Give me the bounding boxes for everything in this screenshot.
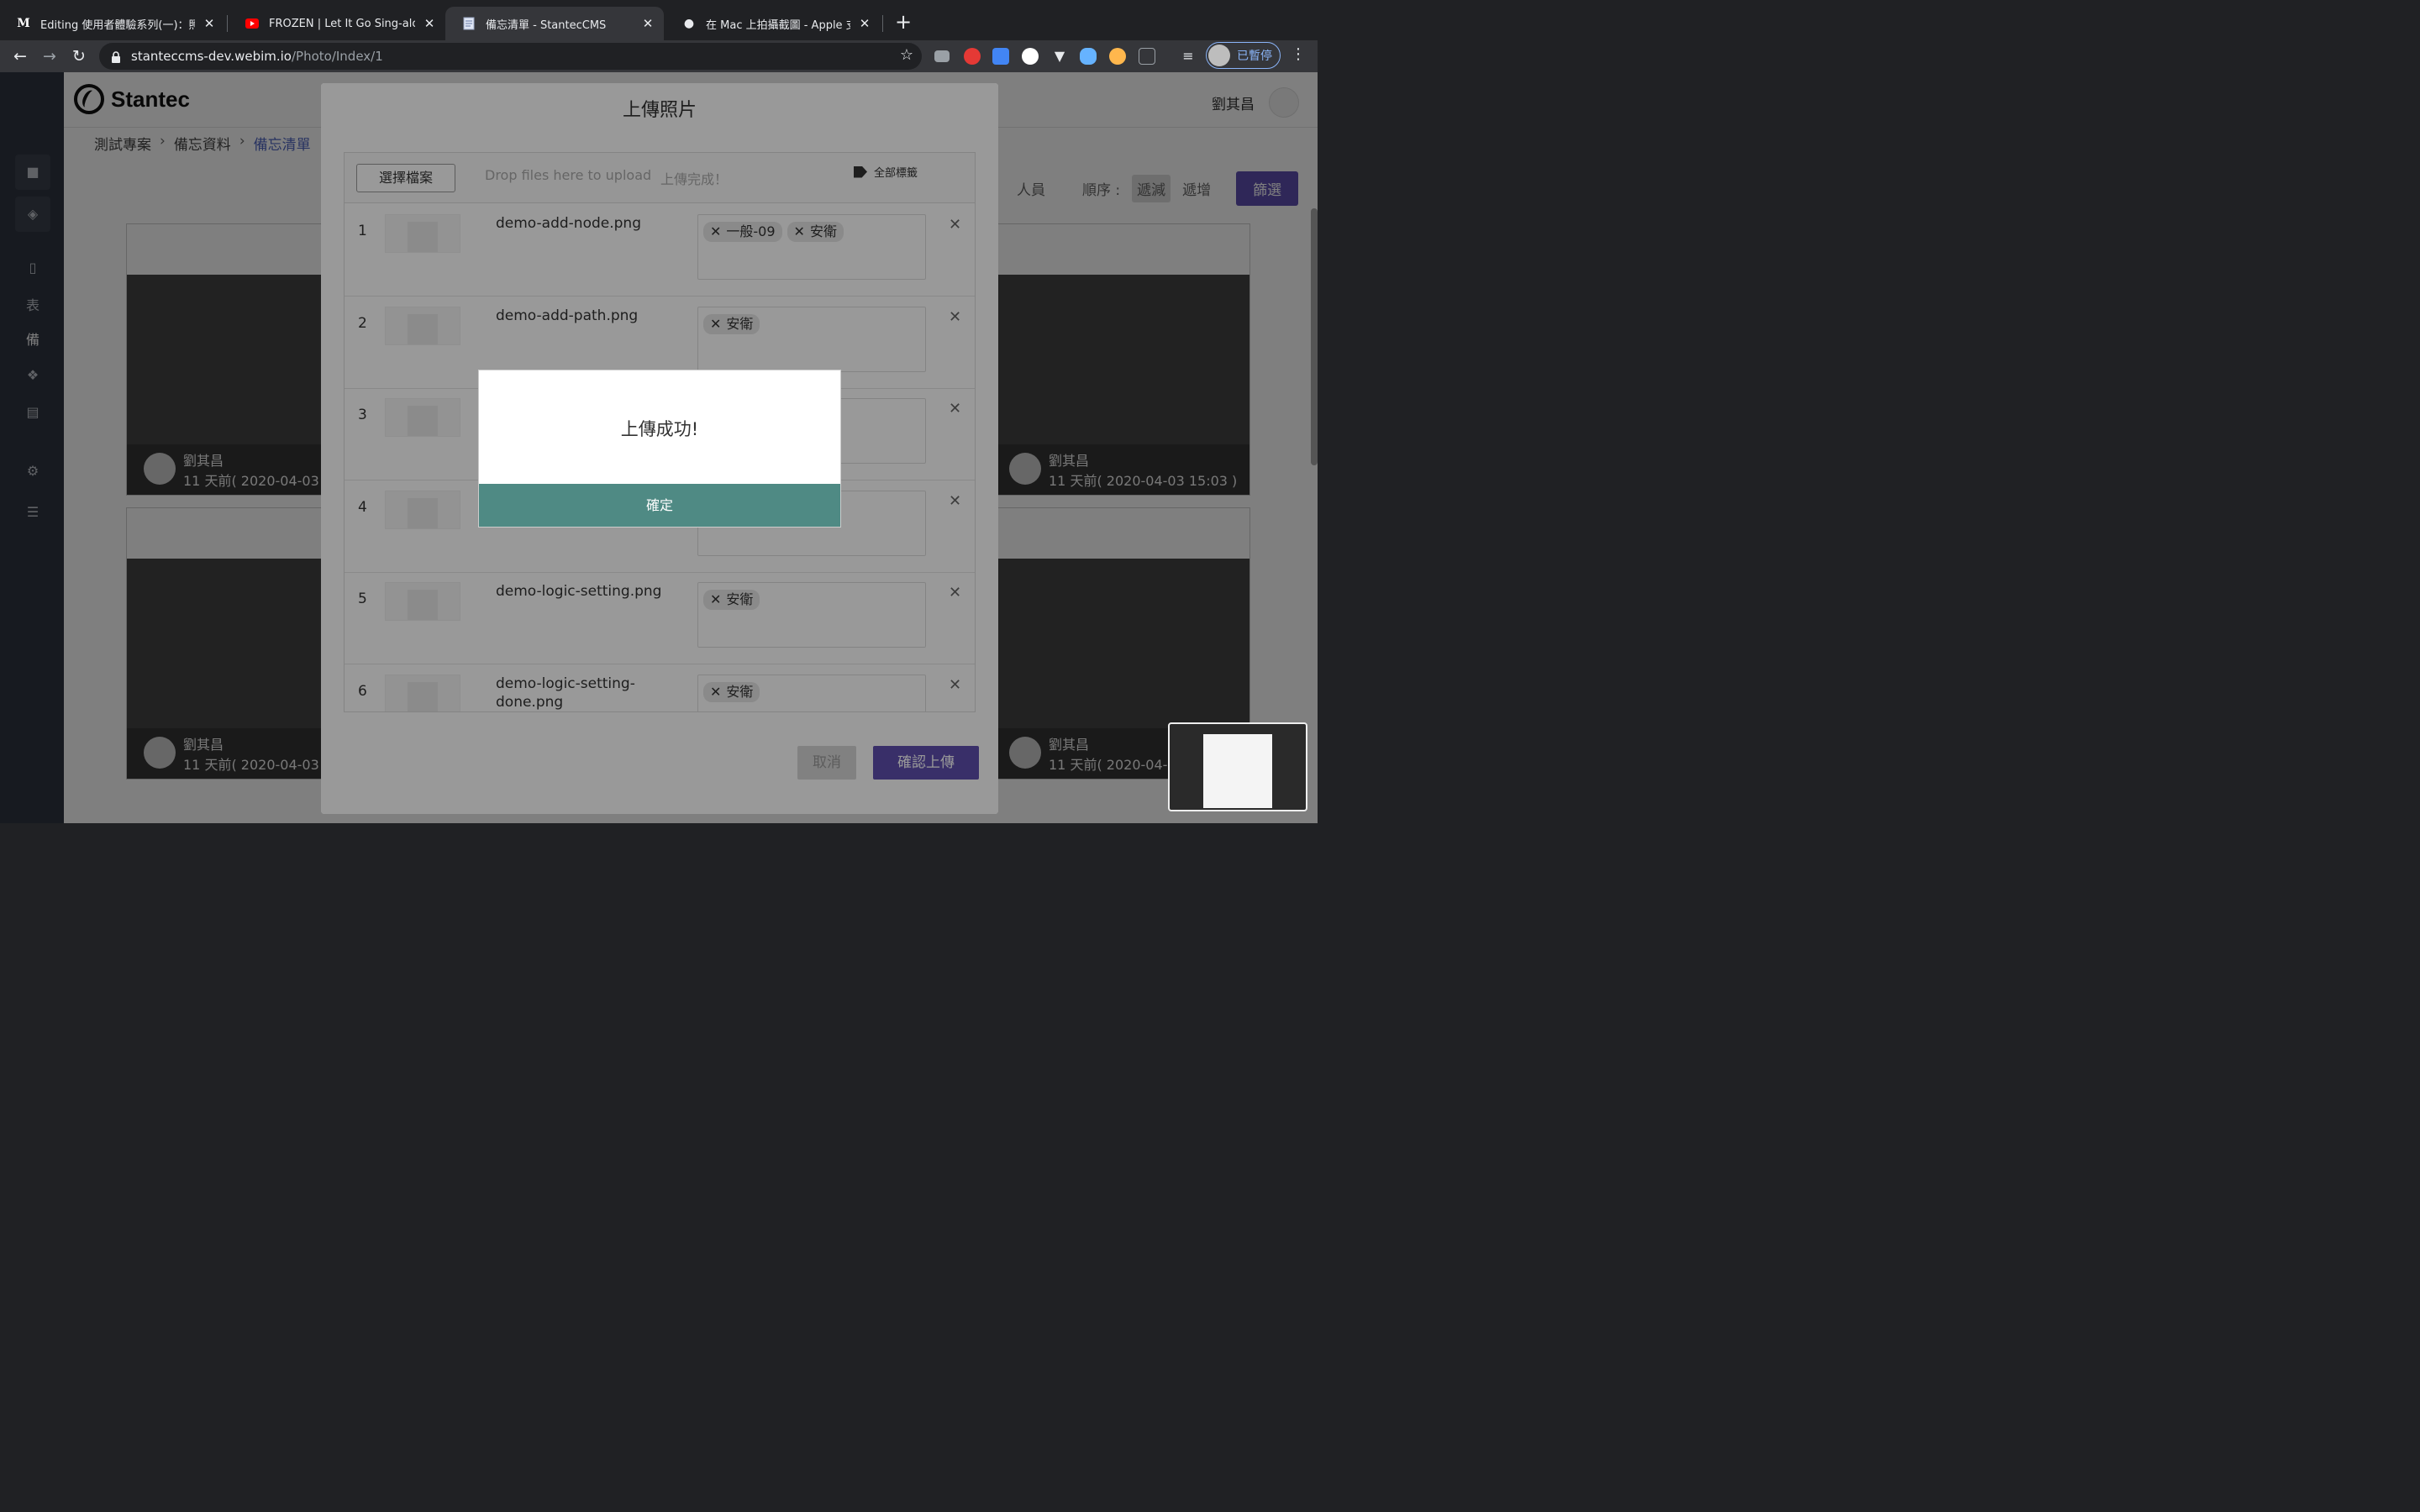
close-icon[interactable]: ✕ <box>422 16 437 31</box>
new-tab-button[interactable]: + <box>892 10 914 35</box>
more-icon[interactable]: ⋮ <box>1291 45 1306 63</box>
profile-button[interactable]: 已暫停 <box>1206 42 1281 69</box>
browser-tabstrip: M Editing 使用者體驗系列(一)：照… ✕ FROZEN | Let I… <box>0 0 1318 40</box>
apple-icon: ● <box>683 17 695 30</box>
document-icon <box>462 17 476 30</box>
preview-content <box>1203 734 1272 808</box>
screenshot-preview-thumbnail[interactable] <box>1168 722 1307 811</box>
back-icon[interactable]: ← <box>8 45 32 68</box>
browser-toolbar: ← → ↻ stanteccms-dev.webim.io/Photo/Inde… <box>0 40 1318 72</box>
ticket-extension-icon[interactable] <box>1139 48 1155 65</box>
translate-extension-icon[interactable] <box>992 48 1009 65</box>
browser-tab[interactable]: FROZEN | Let It Go Sing-along |… ✕ <box>229 7 445 40</box>
tab-title: 備忘清單 - StantecCMS <box>486 18 607 32</box>
address-bar[interactable]: stanteccms-dev.webim.io/Photo/Index/1 ☆ <box>99 43 922 70</box>
tab-divider <box>227 15 228 32</box>
close-icon[interactable]: ✕ <box>202 16 217 31</box>
tab-divider <box>882 15 883 32</box>
page-scrollbar[interactable] <box>1311 208 1318 465</box>
browser-tab[interactable]: ● 在 Mac 上拍攝截圖 - Apple 支援 ✕ <box>666 7 881 40</box>
youtube-icon <box>245 17 259 30</box>
medium-icon: M <box>17 17 30 30</box>
screen: M Editing 使用者體驗系列(一)：照… ✕ FROZEN | Let I… <box>0 0 1318 823</box>
cloud-extension-icon[interactable] <box>1080 48 1097 65</box>
url-path: /Photo/Index/1 <box>291 49 383 64</box>
web-page: ■ ◈ ▯ 表 備 ❖ ▤ ⚙ ☰ Stantec 劉其昌 測試專案 › 備忘資… <box>0 72 1318 823</box>
reload-icon[interactable]: ↻ <box>67 45 91 68</box>
profile-label: 已暫停 <box>1237 50 1272 63</box>
close-icon[interactable]: ✕ <box>640 16 655 31</box>
success-dialog: 上傳成功! 確定 <box>478 370 841 528</box>
success-message: 上傳成功! <box>620 419 699 439</box>
lock-icon <box>111 50 121 63</box>
tab-title: 在 Mac 上拍攝截圖 - Apple 支援 <box>706 18 850 32</box>
circle-extension-icon[interactable] <box>1022 48 1039 65</box>
tab-title: Editing 使用者體驗系列(一)：照… <box>40 18 195 32</box>
star-icon[interactable]: ☆ <box>900 46 913 64</box>
block-extension-icon[interactable] <box>964 48 981 65</box>
owl-extension-icon[interactable] <box>1109 48 1126 65</box>
close-icon[interactable]: ✕ <box>857 16 872 31</box>
avatar <box>1208 45 1230 66</box>
tab-title: FROZEN | Let It Go Sing-along |… <box>269 17 415 30</box>
ok-button[interactable]: 確定 <box>479 484 840 527</box>
forward-icon[interactable]: → <box>38 45 61 68</box>
url-text: stanteccms-dev.webim.io/Photo/Index/1 <box>131 49 383 64</box>
url-host: stanteccms-dev.webim.io <box>131 49 292 64</box>
camera-extension-icon[interactable] <box>934 50 950 62</box>
vivaldi-extension-icon[interactable]: ▼ <box>1051 48 1068 65</box>
reading-list-icon[interactable]: ≡ <box>1180 48 1197 65</box>
browser-tab-active[interactable]: 備忘清單 - StantecCMS ✕ <box>445 7 664 40</box>
browser-tab[interactable]: M Editing 使用者體驗系列(一)：照… ✕ <box>0 7 225 40</box>
